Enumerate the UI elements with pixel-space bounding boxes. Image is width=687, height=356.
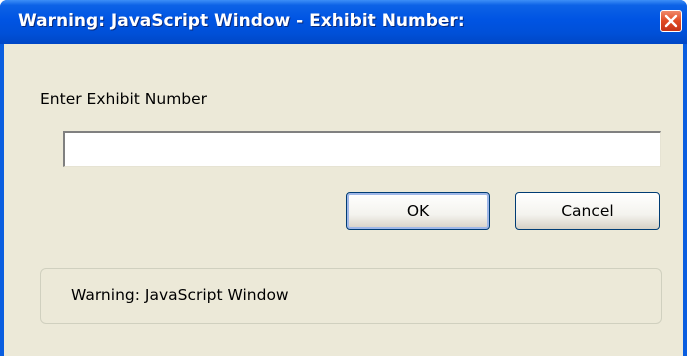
close-icon	[664, 14, 678, 28]
prompt-label: Enter Exhibit Number	[40, 90, 208, 108]
window-title: Warning: JavaScript Window - Exhibit Num…	[18, 11, 465, 31]
close-button[interactable]	[660, 10, 682, 32]
title-bar[interactable]: Warning: JavaScript Window - Exhibit Num…	[0, 0, 687, 44]
dialog-body: Enter Exhibit Number OK Cancel Warning: …	[4, 44, 683, 356]
status-text: Warning: JavaScript Window	[71, 286, 289, 304]
status-panel: Warning: JavaScript Window	[40, 268, 662, 324]
dialog-window: Warning: JavaScript Window - Exhibit Num…	[0, 0, 687, 356]
ok-button[interactable]: OK	[346, 192, 490, 230]
exhibit-number-input[interactable]	[63, 131, 661, 167]
cancel-button[interactable]: Cancel	[515, 192, 660, 230]
